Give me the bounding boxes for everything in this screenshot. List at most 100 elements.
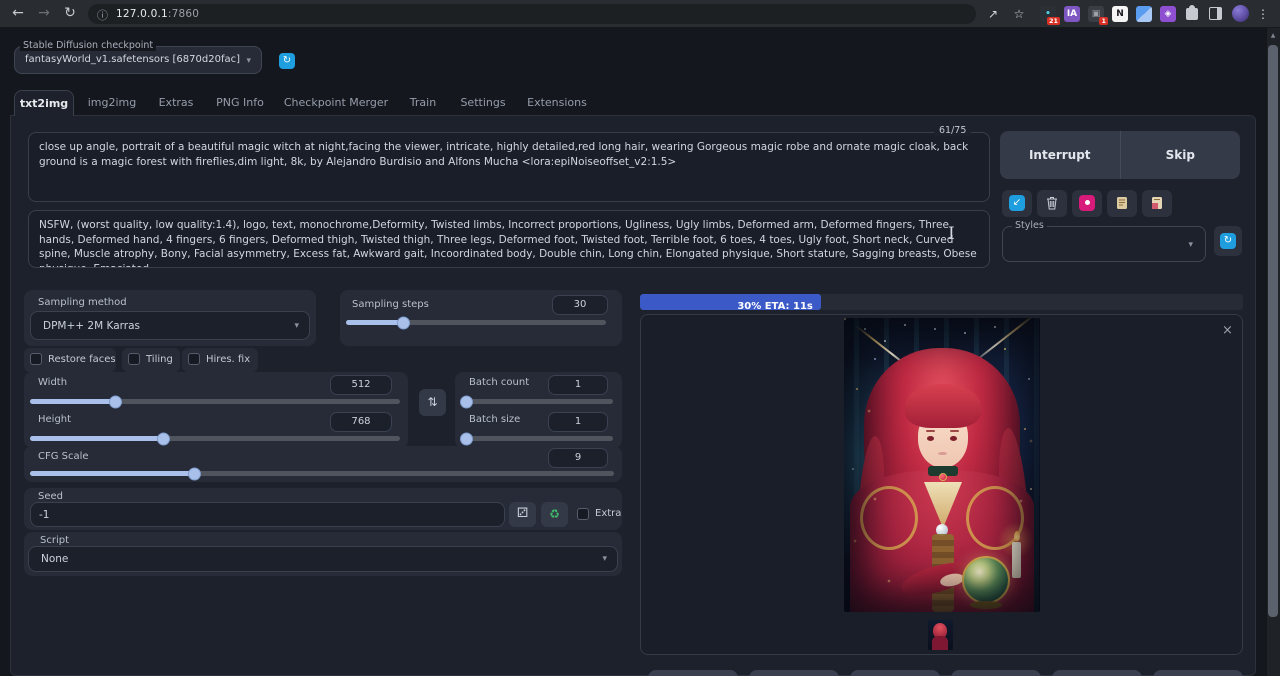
paste-params-button[interactable]: ↙ — [1002, 190, 1032, 217]
chevron-down-icon: ▾ — [246, 56, 251, 66]
vignette — [844, 318, 1040, 612]
cfg-scale-input[interactable]: 9 — [548, 448, 608, 468]
slider-handle[interactable] — [188, 467, 201, 480]
gallery-action-button[interactable] — [1052, 670, 1142, 676]
restore-faces-option[interactable]: Restore faces — [24, 348, 116, 372]
browser-back-icon[interactable]: ← — [8, 3, 28, 23]
tab-txt2img[interactable]: txt2img — [14, 90, 74, 116]
extension-icon-blue[interactable] — [1136, 6, 1152, 22]
share-icon[interactable]: ↗ — [984, 5, 1002, 23]
progress-bar: 30% ETA: 11s — [640, 294, 1243, 310]
recycle-icon: ♻ — [549, 507, 560, 521]
gallery-action-button[interactable] — [1153, 670, 1243, 676]
styles-dropdown[interactable]: ▾ — [1002, 226, 1206, 262]
hires-fix-option[interactable]: Hires. fix — [182, 348, 258, 372]
tiling-checkbox[interactable] — [128, 353, 140, 365]
sampling-method-label: Sampling method — [38, 297, 127, 308]
gallery-action-button[interactable] — [749, 670, 839, 676]
profile-avatar[interactable] — [1232, 5, 1249, 22]
hires-fix-checkbox[interactable] — [188, 353, 200, 365]
batch-count-slider[interactable] — [461, 399, 613, 404]
browser-forward-icon[interactable]: → — [34, 3, 54, 23]
interrupt-button[interactable]: Interrupt — [1000, 131, 1121, 179]
batch-size-input[interactable]: 1 — [548, 412, 608, 432]
tab-png-info[interactable]: PNG Info — [212, 90, 268, 116]
chevron-down-icon: ▾ — [1188, 240, 1193, 250]
extensions-puzzle-icon[interactable] — [1186, 8, 1198, 20]
slider-handle[interactable] — [460, 432, 473, 445]
extension-icon-notion[interactable]: N — [1112, 6, 1128, 22]
swap-dimensions-button[interactable]: ⇅ — [419, 389, 446, 416]
prompt-textarea[interactable]: close up angle, portrait of a beautiful … — [28, 132, 990, 202]
seed-input[interactable]: -1 — [30, 502, 505, 527]
height-slider[interactable] — [30, 436, 400, 441]
extension-icon-purple[interactable]: ◈ — [1160, 6, 1176, 22]
browser-reload-icon[interactable]: ↻ — [60, 3, 80, 23]
skip-button[interactable]: Skip — [1121, 131, 1241, 179]
swap-icon: ⇅ — [427, 395, 437, 409]
restore-faces-checkbox[interactable] — [30, 353, 42, 365]
gallery-thumbnail[interactable] — [928, 620, 953, 650]
height-input[interactable]: 768 — [330, 412, 392, 432]
tab-train[interactable]: Train — [400, 90, 446, 116]
checkpoint-label: Stable Diffusion checkpoint — [20, 40, 156, 51]
generate-button-group: Interrupt Skip — [1000, 131, 1240, 179]
extension-icon-dark[interactable]: ▣1 — [1088, 6, 1104, 22]
styles-refresh-button[interactable]: ↻ — [1214, 226, 1242, 256]
script-dropdown[interactable]: None ▾ — [28, 546, 618, 572]
dimensions-group: Width 512 Height 768 — [24, 372, 408, 448]
url-port: :7860 — [168, 8, 199, 20]
cfg-scale-slider[interactable] — [30, 471, 614, 476]
extra-networks-button[interactable] — [1072, 190, 1102, 217]
scrollbar-thumb[interactable] — [1268, 45, 1278, 617]
gallery-action-button[interactable] — [648, 670, 738, 676]
sampling-steps-input[interactable]: 30 — [552, 295, 608, 315]
reuse-seed-button[interactable]: ♻ — [541, 502, 568, 527]
close-preview-icon[interactable]: × — [1222, 323, 1233, 338]
sampling-steps-slider[interactable] — [346, 320, 606, 325]
extension-badge: 1 — [1099, 17, 1108, 25]
chevron-down-icon: ▾ — [294, 321, 299, 331]
checkpoint-refresh-button[interactable]: ↻ — [279, 53, 295, 69]
tab-extensions[interactable]: Extensions — [524, 90, 590, 116]
sampling-method-dropdown[interactable]: DPM++ 2M Karras ▾ — [30, 311, 310, 340]
save-style-button[interactable] — [1107, 190, 1137, 217]
text-cursor-ibeam: I — [948, 224, 955, 244]
negative-prompt-textarea[interactable]: NSFW, (worst quality, low quality:1.4), … — [28, 210, 990, 268]
sampling-steps-group: Sampling steps 30 — [340, 290, 622, 346]
tiling-option[interactable]: Tiling — [122, 348, 180, 372]
tab-settings[interactable]: Settings — [456, 90, 510, 116]
script-group: Script None ▾ — [24, 532, 622, 576]
cfg-scale-group: CFG Scale 9 — [24, 446, 622, 482]
side-panel-icon[interactable] — [1209, 7, 1222, 20]
tab-img2img[interactable]: img2img — [86, 90, 138, 116]
slider-handle[interactable] — [397, 316, 410, 329]
seed-extra-checkbox[interactable] — [577, 508, 589, 520]
browser-menu-icon[interactable]: ⋮ — [1254, 5, 1272, 23]
slider-handle[interactable] — [157, 432, 170, 445]
generated-image-preview[interactable] — [844, 318, 1040, 612]
notepad-icon — [1114, 195, 1130, 211]
slider-handle[interactable] — [109, 395, 122, 408]
extension-icon-colorful[interactable]: •21 — [1040, 6, 1056, 22]
batch-size-slider[interactable] — [461, 436, 613, 441]
bookmark-star-icon[interactable]: ☆ — [1010, 5, 1028, 23]
app-window: ← → ↻ ⓘ 127.0.0.1:7860 ↗ ☆ •21 IA ▣1 N ◈… — [0, 0, 1280, 676]
width-label: Width — [38, 377, 67, 388]
gallery-action-button[interactable] — [850, 670, 940, 676]
random-seed-button[interactable]: ⚂ — [509, 502, 536, 527]
clear-prompt-button[interactable] — [1037, 190, 1067, 217]
tab-extras[interactable]: Extras — [150, 90, 202, 116]
site-info-icon[interactable]: ⓘ — [97, 7, 108, 23]
scrollbar-up-arrow[interactable]: ▲ — [1266, 29, 1280, 43]
tab-checkpoint-merger[interactable]: Checkpoint Merger — [282, 90, 390, 116]
width-input[interactable]: 512 — [330, 375, 392, 395]
progress-label: 30% ETA: 11s — [737, 301, 821, 310]
apply-style-button[interactable] — [1142, 190, 1172, 217]
batch-count-input[interactable]: 1 — [548, 375, 608, 395]
gallery-action-button[interactable] — [951, 670, 1041, 676]
width-slider[interactable] — [30, 399, 400, 404]
address-bar[interactable]: ⓘ 127.0.0.1:7860 — [88, 4, 976, 24]
extension-icon-ia[interactable]: IA — [1064, 6, 1080, 22]
slider-handle[interactable] — [460, 395, 473, 408]
